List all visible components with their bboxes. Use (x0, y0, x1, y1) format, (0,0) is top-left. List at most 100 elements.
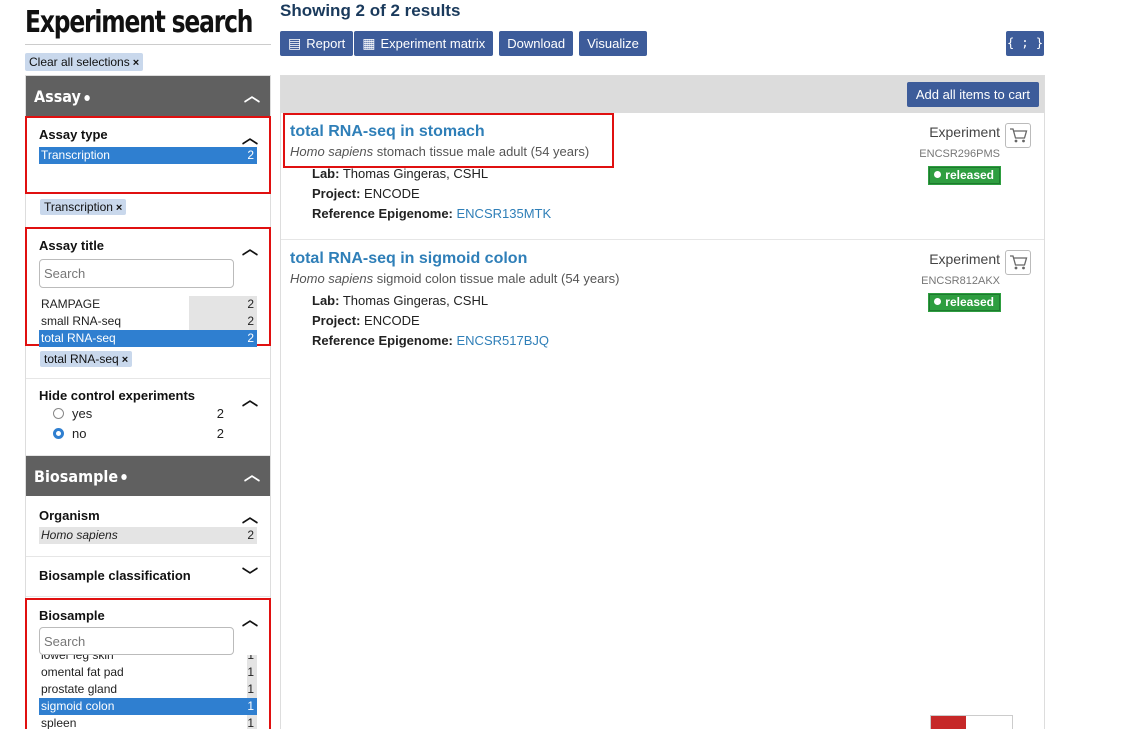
reference-epigenome-field: Reference Epigenome: ENCSR517BJQ (312, 331, 1044, 351)
accession: ENCSR296PMS (919, 148, 1000, 160)
term-label: total RNA-seq (41, 331, 116, 345)
term-spleen[interactable]: spleen 1 (39, 715, 257, 729)
chevron-up-icon[interactable]: ︿ (242, 510, 258, 526)
cart-icon[interactable] (1005, 250, 1031, 275)
chevron-up-icon[interactable]: ︿ (242, 242, 258, 258)
biosample-search-input[interactable]: Search (39, 627, 234, 655)
facet-biosample-classification[interactable]: Biosample classification ﹀ (26, 557, 270, 597)
radio-option-yes[interactable]: yes 2 (39, 403, 257, 423)
results-header-bar: Add all items to cart (281, 76, 1044, 113)
reference-epigenome-link[interactable]: ENCSR517BJQ (457, 333, 549, 348)
term-rampage[interactable]: RAMPAGE 2 (39, 296, 257, 313)
assay-group-title: Assay (34, 87, 90, 106)
chevron-up-icon: ︿ (243, 467, 260, 484)
result-type: Experiment (929, 124, 1000, 140)
status-dot-icon (934, 171, 942, 179)
json-button[interactable]: { ; } (1006, 31, 1044, 56)
table-icon: ▤ (288, 35, 302, 51)
page: Experiment search Clear all selections × … (0, 0, 1135, 729)
field-label: Project: (312, 313, 361, 328)
cart-icon[interactable] (1005, 123, 1031, 148)
project-field: Project: ENCODE (312, 184, 1044, 204)
close-icon: × (121, 354, 129, 366)
accession: ENCSR812AKX (921, 275, 1000, 287)
assay-title-search-input[interactable]: Search (39, 259, 234, 288)
term-label: Transcription (41, 148, 110, 162)
term-homo-sapiens[interactable]: Homo sapiens 2 (39, 527, 257, 544)
field-label: Reference Epigenome: (312, 206, 453, 221)
term-count: 2 (247, 527, 257, 544)
status-label: released (945, 168, 994, 182)
term-prostate-gland[interactable]: prostate gland 1 (39, 681, 257, 698)
add-all-to-cart-button[interactable]: Add all items to cart (906, 82, 1039, 107)
term-small-rna-seq[interactable]: small RNA-seq 2 (39, 313, 257, 330)
status-dot-icon (934, 298, 942, 306)
chevron-down-icon[interactable]: ﹀ (242, 569, 258, 585)
experiment-matrix-button[interactable]: ▦ Experiment matrix (354, 31, 494, 56)
field-value: Thomas Gingeras, CSHL (342, 293, 489, 308)
assay-type-chips: Transcription × (26, 193, 270, 224)
facet-organism: Organism ︿ Homo sapiens 2 (26, 496, 270, 557)
reference-epigenome-link[interactable]: ENCSR135MTK (457, 206, 552, 221)
radio-button-checked[interactable] (53, 427, 64, 439)
facet-panel: Assay ︿ Assay type ︿ Transcription 2 Tra… (25, 75, 271, 729)
assay-group-header[interactable]: Assay ︿ (26, 76, 270, 117)
results-area: Showing 2 of 2 results ▤ Report ▦ Experime… (280, 0, 1045, 729)
close-icon: × (132, 57, 140, 69)
facet-hide-controls: Hide control experiments ︿ yes 2 no 2 (26, 379, 270, 456)
field-value: ENCODE (364, 186, 420, 201)
term-sigmoid-colon[interactable]: sigmoid colon 1 (39, 698, 257, 715)
result-type: Experiment (929, 251, 1000, 267)
facet-sidebar: Experiment search Clear all selections × … (25, 0, 271, 729)
term-omental-fat-pad[interactable]: omental fat pad 1 (39, 664, 257, 681)
field-value: Thomas Gingeras, CSHL (342, 166, 489, 181)
view-toolbar: ▤ Report ▦ Experiment matrix Download Visu… (280, 31, 1045, 56)
term-label: sigmoid colon (41, 699, 115, 713)
visualize-button[interactable]: Visualize (579, 31, 647, 56)
term-count: 1 (247, 664, 257, 681)
facet-title: Biosample classification (39, 568, 191, 583)
biosample-group-title: Biosample (34, 467, 128, 486)
active-dot-icon (121, 474, 128, 480)
term-count: 2 (189, 296, 257, 313)
term-label: lower leg skin (41, 655, 114, 662)
facet-title: Organism (39, 508, 100, 523)
term-label: omental fat pad (41, 665, 124, 679)
clear-all-selections-button[interactable]: Clear all selections × (25, 53, 144, 71)
selected-chip-total-rna-seq[interactable]: total RNA-seq × (40, 351, 133, 367)
chevron-up-icon[interactable]: ︿ (242, 131, 258, 147)
download-button[interactable]: Download (499, 31, 574, 56)
report-button[interactable]: ▤ Report (280, 31, 354, 56)
help-widget[interactable] (930, 715, 1013, 729)
reference-epigenome-field: Reference Epigenome: ENCSR135MTK (312, 204, 1044, 224)
term-label: small RNA-seq (41, 314, 122, 328)
term-transcription[interactable]: Transcription 2 (39, 147, 257, 164)
radio-button[interactable] (53, 407, 64, 419)
term-total-rna-seq[interactable]: total RNA-seq 2 (39, 330, 257, 347)
field-value: ENCODE (364, 313, 420, 328)
term-lower-leg-skin[interactable]: lower leg skin 1 (39, 655, 257, 664)
active-dot-icon (84, 94, 90, 101)
field-label: Lab: (312, 293, 340, 308)
field-label: Lab: (312, 166, 340, 181)
selected-chip-transcription[interactable]: Transcription × (40, 199, 127, 215)
facet-title: Assay title (39, 238, 105, 253)
facet-biosample: Biosample ︿ Search lower leg skin 1 omen… (25, 598, 271, 729)
facet-title: Hide control experiments (39, 388, 196, 403)
chevron-up-icon[interactable]: ︿ (242, 393, 258, 409)
biosample-group-header[interactable]: Biosample ︿ (26, 456, 270, 496)
radio-label: yes (72, 405, 93, 421)
facet-assay-type: Assay type ︿ Transcription 2 (25, 116, 271, 194)
results-panel: Add all items to cart total RNA-seq in s… (280, 75, 1045, 729)
chevron-up-icon[interactable]: ︿ (242, 613, 258, 629)
status-badge: released (928, 293, 1001, 312)
biosample-term-list[interactable]: lower leg skin 1 omental fat pad 1 prost… (39, 655, 257, 729)
page-title: Experiment search (25, 5, 253, 40)
radio-count: 2 (216, 405, 224, 421)
term-label: RAMPAGE (41, 297, 101, 311)
radio-option-no[interactable]: no 2 (39, 423, 257, 443)
close-icon: × (115, 202, 123, 214)
download-label: Download (507, 36, 566, 51)
term-count: 2 (189, 313, 257, 330)
term-count: 2 (189, 330, 257, 347)
